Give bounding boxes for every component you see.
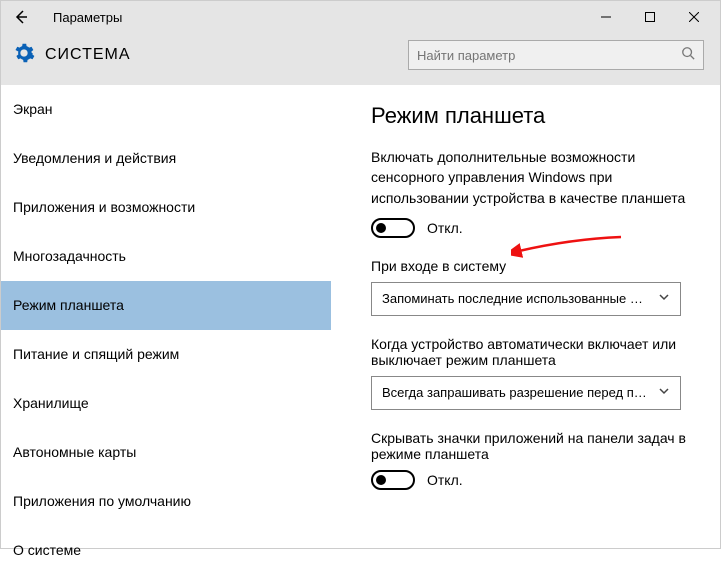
sidebar-item-offline-maps[interactable]: Автономные карты bbox=[1, 428, 331, 477]
close-icon bbox=[689, 12, 699, 22]
maximize-button[interactable] bbox=[628, 1, 672, 33]
sidebar-item-storage[interactable]: Хранилище bbox=[1, 379, 331, 428]
sidebar-item-tablet-mode[interactable]: Режим планшета bbox=[1, 281, 331, 330]
tablet-mode-toggle[interactable] bbox=[371, 218, 415, 238]
close-button[interactable] bbox=[672, 1, 716, 33]
signin-label: При входе в систему bbox=[371, 258, 698, 274]
sidebar-item-display[interactable]: Экран bbox=[1, 85, 331, 134]
tablet-mode-description: Включать дополнительные возможности сенс… bbox=[371, 147, 698, 208]
hide-icons-label: Скрывать значки приложений на панели зад… bbox=[371, 430, 698, 462]
search-box[interactable] bbox=[408, 40, 704, 70]
back-arrow-icon bbox=[13, 9, 29, 25]
chevron-down-icon bbox=[658, 385, 670, 400]
back-button[interactable] bbox=[5, 1, 37, 33]
sidebar-item-apps[interactable]: Приложения и возможности bbox=[1, 183, 331, 232]
search-icon bbox=[681, 46, 695, 65]
signin-select-value: Запоминать последние использованные д… bbox=[382, 291, 650, 306]
autoswitch-label: Когда устройство автоматически включает … bbox=[371, 336, 698, 368]
minimize-button[interactable] bbox=[584, 1, 628, 33]
sidebar-item-multitasking[interactable]: Многозадачность bbox=[1, 232, 331, 281]
sidebar-item-default-apps[interactable]: Приложения по умолчанию bbox=[1, 477, 331, 526]
hide-icons-toggle[interactable] bbox=[371, 470, 415, 490]
gear-icon bbox=[13, 42, 35, 69]
sidebar-item-about[interactable]: О системе bbox=[1, 526, 331, 575]
settings-panel: Режим планшета Включать дополнительные в… bbox=[331, 85, 720, 548]
autoswitch-select-value: Всегда запрашивать разрешение перед пе… bbox=[382, 385, 650, 400]
autoswitch-select[interactable]: Всегда запрашивать разрешение перед пе… bbox=[371, 376, 681, 410]
maximize-icon bbox=[645, 12, 655, 22]
tablet-mode-toggle-state: Откл. bbox=[427, 220, 463, 236]
signin-select[interactable]: Запоминать последние использованные д… bbox=[371, 282, 681, 316]
system-label: СИСТЕМА bbox=[45, 46, 131, 64]
hide-icons-toggle-state: Откл. bbox=[427, 472, 463, 488]
minimize-icon bbox=[601, 12, 611, 22]
sidebar: Экран Уведомления и действия Приложения … bbox=[1, 85, 331, 548]
window-title: Параметры bbox=[53, 10, 122, 25]
sidebar-item-power-sleep[interactable]: Питание и спящий режим bbox=[1, 330, 331, 379]
search-input[interactable] bbox=[417, 48, 681, 63]
page-title: Режим планшета bbox=[371, 103, 698, 129]
chevron-down-icon bbox=[658, 291, 670, 306]
sidebar-item-notifications[interactable]: Уведомления и действия bbox=[1, 134, 331, 183]
